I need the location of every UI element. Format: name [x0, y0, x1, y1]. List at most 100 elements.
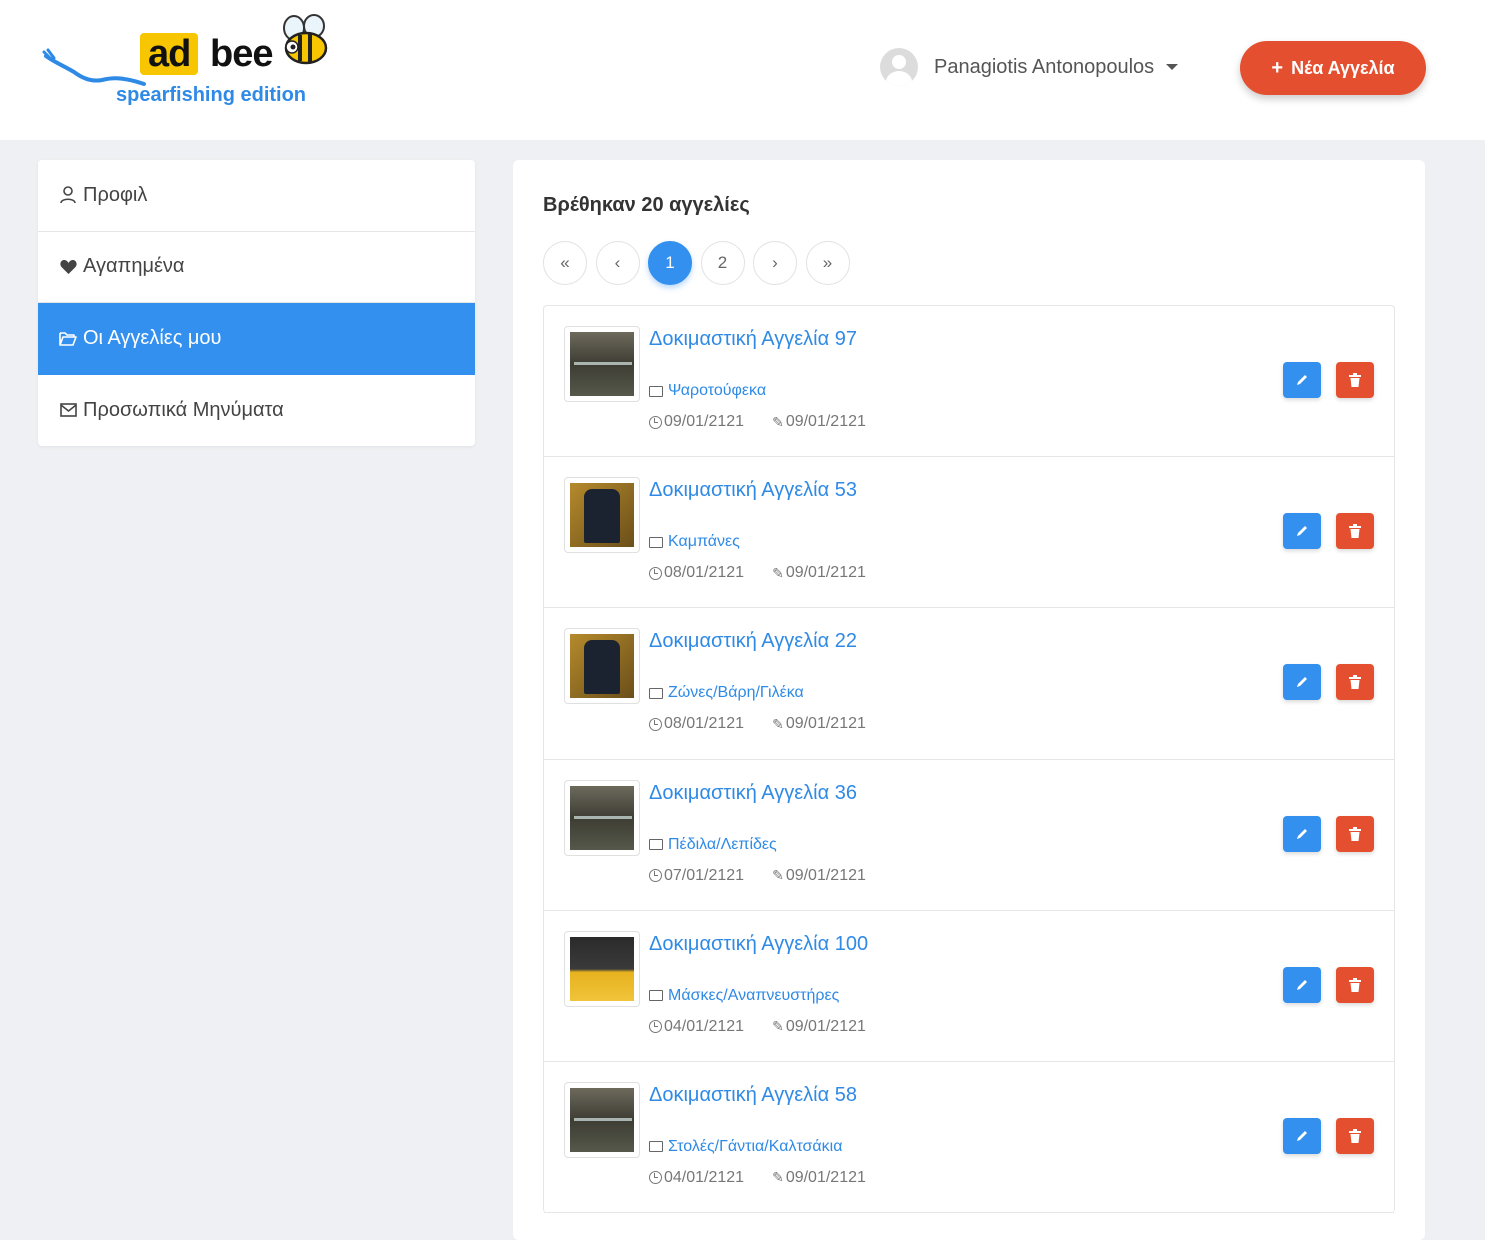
pencil-icon: ✎ — [772, 1169, 784, 1186]
delete-button[interactable] — [1336, 513, 1374, 550]
page-first-button[interactable]: « — [543, 241, 587, 285]
pencil-icon: ✎ — [772, 413, 784, 430]
ad-thumbnail[interactable] — [564, 628, 640, 705]
ad-category-label: Στολές/Γάντια/Καλτσάκια — [668, 1137, 843, 1155]
ad-category[interactable]: Πέδιλα/Λεπίδες — [649, 836, 777, 854]
pencil-icon: ✎ — [772, 1018, 784, 1035]
clock-icon — [649, 869, 662, 883]
ad-dates: 08/01/2121 ✎ 09/01/2121 — [649, 564, 866, 582]
delete-button[interactable] — [1336, 362, 1374, 398]
ad-dates: 07/01/2121 ✎ 09/01/2121 — [649, 867, 866, 885]
ad-created-date: 08/01/2121 — [664, 715, 745, 733]
heart-icon — [59, 258, 77, 276]
edit-button[interactable] — [1283, 513, 1321, 550]
delete-button[interactable] — [1336, 664, 1374, 701]
ad-image — [570, 785, 634, 850]
user-menu[interactable]: Panagiotis Antonopoulos — [880, 48, 1179, 86]
ad-dates: 04/01/2121 ✎ 09/01/2121 — [649, 1018, 866, 1036]
ad-image — [570, 634, 634, 699]
ad-category[interactable]: Καμπάνες — [649, 533, 740, 551]
list-item: Δοκιμαστική Αγγελία 36 Πέδιλα/Λεπίδες 07… — [544, 760, 1394, 911]
edit-button[interactable] — [1283, 664, 1321, 701]
list-item: Δοκιμαστική Αγγελία 53 Καμπάνες 08/01/21… — [544, 457, 1394, 609]
ad-thumbnail[interactable] — [564, 1081, 640, 1158]
trash-icon — [1349, 524, 1361, 539]
clock-icon — [649, 1171, 662, 1185]
page-next-button[interactable]: › — [753, 241, 797, 285]
pencil-icon: ✎ — [772, 715, 784, 732]
sidebar-item-label: Αγαπημένα — [83, 255, 185, 278]
folder-open-icon — [59, 330, 77, 348]
ad-category-label: Καμπάνες — [668, 533, 740, 551]
ad-thumbnail[interactable] — [564, 326, 640, 402]
new-ad-button[interactable]: + Νέα Αγγελία — [1240, 41, 1426, 95]
clock-icon — [649, 566, 662, 580]
sidebar-item-profile[interactable]: Προφιλ — [38, 160, 475, 232]
ad-title-link[interactable]: Δοκιμαστική Αγγελία 58 — [649, 1084, 857, 1107]
clock-icon — [649, 1020, 662, 1034]
my-ads-panel: Βρέθηκαν 20 αγγελίες « ‹ 1 2 › » Δοκιμασ… — [513, 160, 1425, 1240]
ad-category-label: Ψαροτούφεκα — [668, 382, 767, 399]
pencil-icon: ✎ — [772, 867, 784, 884]
user-icon — [59, 186, 77, 204]
ad-title-link[interactable]: Δοκιμαστική Αγγελία 22 — [649, 630, 857, 653]
ad-thumbnail[interactable] — [564, 477, 640, 554]
ad-title-link[interactable]: Δοκιμαστική Αγγελία 100 — [649, 933, 868, 956]
ad-category[interactable]: Ζώνες/Βάρη/Γιλέκα — [649, 684, 804, 702]
folder-icon — [649, 990, 663, 1002]
new-ad-label: Νέα Αγγελία — [1291, 57, 1395, 78]
ad-title-link[interactable]: Δοκιμαστική Αγγελία 97 — [649, 328, 857, 351]
edit-button[interactable] — [1283, 1117, 1321, 1154]
trash-icon — [1349, 1128, 1361, 1143]
sidebar-item-my-ads[interactable]: Οι Αγγελίες μου — [38, 303, 475, 375]
edit-button[interactable] — [1283, 362, 1321, 398]
ad-created-date: 07/01/2121 — [664, 866, 745, 884]
folder-icon — [649, 839, 663, 851]
folder-icon — [649, 687, 663, 699]
trash-icon — [1349, 675, 1361, 690]
edit-button[interactable] — [1283, 815, 1321, 852]
delete-button[interactable] — [1336, 1117, 1374, 1154]
ad-updated-date: 09/01/2121 — [785, 413, 866, 430]
ad-thumbnail[interactable] — [564, 779, 640, 856]
ad-updated-date: 09/01/2121 — [785, 1017, 866, 1035]
page-2-button[interactable]: 2 — [700, 241, 745, 285]
page-1-button[interactable]: 1 — [648, 241, 692, 285]
sidebar-item-favorites[interactable]: Αγαπημένα — [38, 232, 475, 303]
user-name: Panagiotis Antonopoulos — [934, 55, 1155, 78]
ad-image — [570, 332, 634, 396]
adbee-logo[interactable]: ad bee spearfishing edition — [40, 14, 340, 114]
ad-category[interactable]: Στολές/Γάντια/Καλτσάκια — [649, 1138, 842, 1156]
page-prev-button[interactable]: ‹ — [595, 241, 640, 285]
clock-icon — [649, 415, 662, 429]
delete-button[interactable] — [1336, 815, 1374, 852]
avatar — [880, 48, 918, 86]
ad-title-link[interactable]: Δοκιμαστική Αγγελία 53 — [649, 479, 857, 502]
pencil-icon — [1297, 677, 1307, 688]
ad-category-label: Μάσκες/Αναπνευστήρες — [668, 986, 840, 1004]
ad-thumbnail[interactable] — [564, 930, 640, 1007]
ad-created-date: 04/01/2121 — [664, 1017, 745, 1035]
ad-image — [570, 483, 634, 548]
ad-updated-date: 09/01/2121 — [785, 866, 866, 884]
pencil-icon: ✎ — [772, 564, 784, 581]
ad-image — [570, 1087, 634, 1152]
delete-button[interactable] — [1336, 966, 1374, 1003]
logo-ad-text: ad — [140, 33, 199, 75]
list-item: Δοκιμαστική Αγγελία 97 Ψαροτούφεκα 09/01… — [544, 306, 1394, 458]
ad-created-date: 09/01/2121 — [664, 413, 745, 430]
edit-button[interactable] — [1283, 966, 1321, 1003]
top-header: ad bee spearfishing edition Panagiotis A… — [0, 0, 1485, 140]
ad-title-link[interactable]: Δοκιμαστική Αγγελία 36 — [649, 782, 857, 805]
results-count: Βρέθηκαν 20 αγγελίες — [543, 194, 750, 216]
ad-image — [570, 936, 634, 1001]
page-last-button[interactable]: » — [805, 241, 850, 285]
ad-category-label: Ζώνες/Βάρη/Γιλέκα — [668, 684, 804, 702]
ad-category[interactable]: Μάσκες/Αναπνευστήρες — [649, 987, 839, 1005]
sidebar-item-messages[interactable]: Προσωπικά Μηνύματα — [38, 375, 475, 447]
ad-category[interactable]: Ψαροτούφεκα — [649, 382, 766, 400]
logo-bee-text: bee — [210, 33, 273, 75]
logo-edition-text: spearfishing edition — [116, 84, 307, 106]
envelope-icon — [59, 401, 77, 419]
folder-icon — [649, 1141, 663, 1153]
